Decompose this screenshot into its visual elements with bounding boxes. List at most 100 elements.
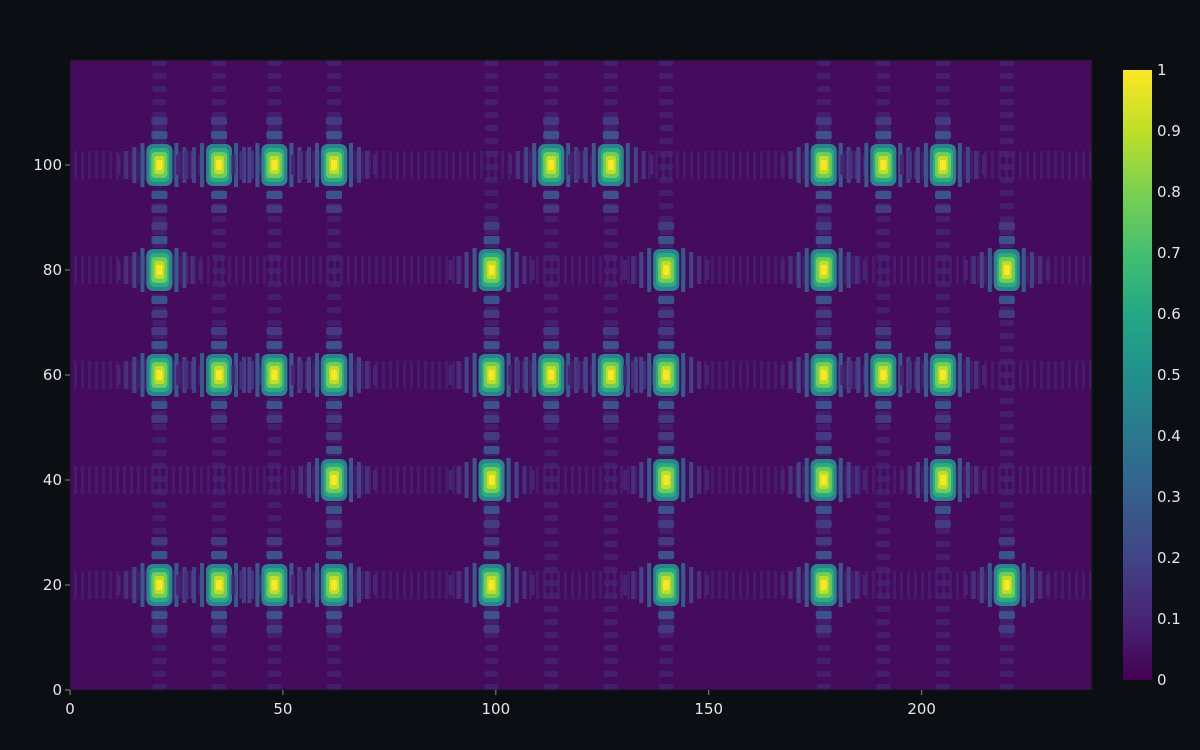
peak-fringe <box>373 470 378 490</box>
row-band-cell <box>368 256 371 284</box>
peak-fringe <box>846 252 851 288</box>
column-stripe-cell <box>935 60 950 66</box>
row-band-cell <box>1026 256 1029 284</box>
peak-fringe <box>815 205 832 213</box>
peak-fringe <box>124 361 129 389</box>
peak-fringe <box>658 296 675 304</box>
row-band-cell <box>242 466 245 494</box>
peak-fringe <box>934 117 951 125</box>
peak-fringe <box>1029 252 1034 288</box>
column-stripe-cell <box>659 99 674 105</box>
column-stripe-cell <box>327 320 342 326</box>
peak-fringe <box>211 415 228 423</box>
peak-fringe <box>923 353 928 397</box>
peak-fringe <box>266 205 283 213</box>
peak-fringe <box>788 466 793 494</box>
peak-fringe <box>815 236 832 244</box>
peak-fringe <box>266 625 283 633</box>
peak-fringe <box>846 462 851 498</box>
peak-fringe <box>326 611 343 619</box>
peak-fringe <box>689 462 694 498</box>
row-band-cell <box>102 256 105 284</box>
row-band-cell <box>74 466 77 494</box>
row-band-cell <box>998 151 1001 179</box>
colorbar-tick-label: 0.5 <box>1157 366 1181 384</box>
peak-fringe <box>266 611 283 619</box>
colorbar-tick-label: 0 <box>1157 671 1167 689</box>
row-band-cell <box>739 256 742 284</box>
column-stripe-cell <box>544 125 559 131</box>
peak-fringe <box>132 567 137 603</box>
peak-fringe <box>987 563 992 607</box>
row-band-cell <box>956 571 959 599</box>
peak-fringe <box>788 151 793 179</box>
column-stripe-cell <box>999 86 1014 92</box>
column-stripe-cell <box>152 424 167 430</box>
row-band-cell <box>991 466 994 494</box>
column-stripe-cell <box>603 86 618 92</box>
column-stripe-cell <box>999 125 1014 131</box>
peak-fringe <box>899 470 904 490</box>
peak-fringe <box>483 236 500 244</box>
peak-fringe <box>658 236 675 244</box>
peak-fringe <box>934 327 951 335</box>
peak-fringe <box>815 446 832 454</box>
peak-fringe <box>658 625 675 633</box>
row-band-cell <box>585 466 588 494</box>
row-band-cell <box>431 466 434 494</box>
row-band-cell <box>613 466 616 494</box>
column-stripe-cell <box>267 242 282 248</box>
column-stripe-cell <box>267 684 282 690</box>
row-band-cell <box>606 466 609 494</box>
peak-fringe <box>190 256 195 284</box>
peak-fringe <box>815 117 832 125</box>
row-band-cell <box>718 466 721 494</box>
peak-fringe <box>464 462 469 498</box>
row-band-cell <box>417 466 420 494</box>
peak-fringe <box>231 365 236 385</box>
row-band-cell <box>81 151 84 179</box>
row-band-cell <box>543 256 546 284</box>
peak-fringe <box>934 401 951 409</box>
row-band-cell <box>354 466 357 494</box>
row-band-cell <box>81 466 84 494</box>
row-band-cell <box>732 466 735 494</box>
peak-fringe <box>796 462 801 498</box>
column-stripe-cell <box>999 73 1014 79</box>
column-stripe-cell <box>212 645 227 651</box>
row-band-cell <box>263 256 266 284</box>
peak-core <box>216 370 223 380</box>
column-stripe-cell <box>935 73 950 79</box>
column-stripe-cell <box>544 73 559 79</box>
column-stripe-cell <box>999 528 1014 534</box>
column-stripe-cell <box>212 502 227 508</box>
row-band-cell <box>963 151 966 179</box>
peak-fringe <box>875 117 892 125</box>
peak-fringe <box>1021 563 1026 607</box>
row-band-cell <box>739 361 742 389</box>
row-band-cell <box>382 151 385 179</box>
colorbar-tick-label: 0.7 <box>1157 244 1181 262</box>
peak-fringe <box>524 147 529 183</box>
row-band-cell <box>452 151 455 179</box>
peak-fringe <box>998 236 1015 244</box>
row-band-cell <box>851 571 854 599</box>
column-stripe-cell <box>935 632 950 638</box>
peak-fringe <box>174 248 179 292</box>
peak-fringe <box>815 506 832 514</box>
column-stripe-cell <box>484 99 499 105</box>
peak-fringe <box>326 446 343 454</box>
column-stripe-cell <box>816 320 831 326</box>
row-band-cell <box>1012 466 1015 494</box>
peak-fringe <box>915 462 920 498</box>
peak-core <box>1003 265 1010 275</box>
row-band-cell <box>921 571 924 599</box>
peak-fringe <box>1029 567 1034 603</box>
column-stripe-cell <box>544 294 559 300</box>
row-band-cell <box>410 151 413 179</box>
peak-fringe <box>658 327 675 335</box>
peak-fringe <box>200 353 205 397</box>
peak-core <box>607 370 614 380</box>
peak-fringe <box>532 353 537 397</box>
peak-fringe <box>602 117 619 125</box>
